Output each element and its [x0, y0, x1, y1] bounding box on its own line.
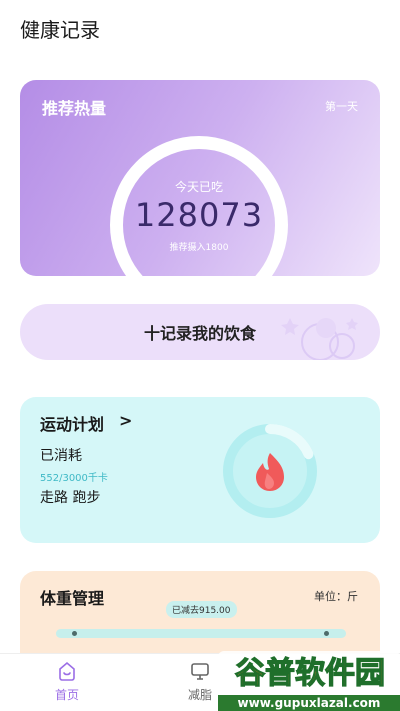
chevron-right-icon[interactable]: > — [119, 411, 132, 430]
tab-home[interactable]: 首页 — [37, 660, 97, 703]
sport-plan-card[interactable]: 运动计划 > 已消耗 552/3000千卡 走路 跑步 — [20, 397, 380, 543]
monitor-icon — [191, 663, 209, 680]
home-icon — [59, 661, 75, 681]
watermark-logo: 谷普软件园 www.gupuxlazal.com — [218, 651, 400, 711]
weight-unit-label: 单位：斤 — [314, 590, 358, 603]
sport-plan-title: 运动计划 — [40, 415, 105, 434]
activities-label: 走路 跑步 — [40, 490, 101, 506]
page-title: 健康记录 — [20, 18, 100, 42]
eaten-label: 今天已吃 — [174, 180, 223, 194]
calorie-card[interactable]: 推荐热量 第一天 今天已吃 128073 推荐摄入1800 — [20, 80, 380, 276]
calorie-card-title: 推荐热量 — [42, 99, 107, 118]
recommended-intake: 推荐摄入1800 — [169, 243, 229, 253]
weight-progress-track — [56, 629, 346, 638]
calorie-burn-gauge — [223, 424, 317, 518]
tab-home-label: 首页 — [54, 688, 79, 702]
eaten-value: 128073 — [134, 196, 264, 234]
watermark-brand: 谷普软件园 — [235, 656, 385, 691]
record-diet-label: 十记录我的饮食 — [143, 324, 256, 343]
calorie-ring: 今天已吃 128073 推荐摄入1800 — [110, 136, 288, 276]
weight-lost-badge: 已减去915.00 — [166, 601, 237, 618]
watermark-url: www.gupuxlazal.com — [238, 696, 381, 710]
day-label: 第一天 — [325, 100, 358, 113]
weight-target-dot — [324, 631, 329, 636]
burned-label: 已消耗 — [40, 448, 82, 464]
record-diet-button[interactable]: 十记录我的饮食 — [20, 304, 380, 360]
weight-start-dot — [72, 631, 77, 636]
kcal-progress: 552/3000千卡 — [40, 473, 108, 484]
weight-card-title: 体重管理 — [40, 589, 105, 608]
